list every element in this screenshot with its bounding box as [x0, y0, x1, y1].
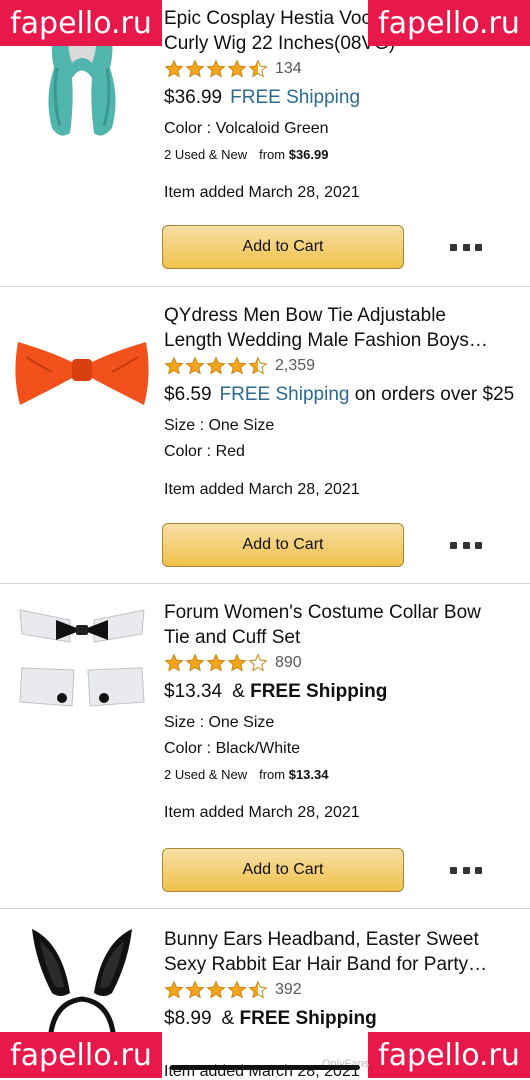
product-title[interactable]: Bunny Ears Headband, Easter Sweet Sexy R…: [164, 927, 530, 977]
add-to-cart-button[interactable]: Add to Cart: [162, 848, 404, 892]
watermark-badge: fapello.ru: [368, 0, 530, 46]
item-added-date: Item added March 28, 2021: [164, 184, 360, 201]
star-icon: [206, 356, 226, 375]
more-options-icon[interactable]: [450, 237, 482, 257]
star-icon: [227, 653, 247, 672]
free-shipping-link[interactable]: FREE Shipping: [220, 384, 350, 405]
product-image-bow-tie[interactable]: [12, 297, 152, 437]
cart-item-bow-tie: QYdress Men Bow Tie Adjustable Length We…: [0, 287, 530, 583]
item-added-date: Item added March 28, 2021: [164, 481, 360, 498]
attr-size: Size : One Size: [164, 417, 275, 434]
star-icon: [164, 653, 184, 672]
price: $8.99: [164, 1008, 212, 1029]
add-to-cart-button[interactable]: Add to Cart: [162, 225, 404, 269]
star-icon: [185, 980, 205, 999]
star-rating: [164, 59, 269, 79]
star-icon: [185, 356, 205, 375]
used-new-offers[interactable]: 2 Used & New from $13.34: [164, 762, 530, 788]
free-shipping-text: FREE Shipping: [239, 1008, 377, 1029]
attr-color: Color : Black/White: [164, 740, 301, 757]
rating-count: 392: [275, 981, 302, 998]
star-icon: [206, 980, 226, 999]
add-to-cart-button[interactable]: Add to Cart: [162, 523, 404, 567]
product-image-collar-set[interactable]: [12, 598, 152, 738]
rating[interactable]: 890: [164, 650, 530, 676]
watermark-badge: fapello.ru: [368, 1032, 530, 1078]
rating-count: 2,359: [275, 357, 316, 374]
price: $13.34: [164, 681, 223, 702]
more-options-icon[interactable]: [450, 860, 482, 880]
star-icon: [185, 653, 205, 672]
star-icon: [248, 653, 268, 672]
rating-count: 134: [275, 60, 302, 77]
price-line: $36.99 FREE Shipping: [164, 84, 530, 112]
star-icon: [248, 980, 268, 999]
star-rating: [164, 980, 269, 1000]
attr-size: Size : One Size: [164, 714, 275, 731]
cart-item-collar-set: Forum Women's Costume Collar Bow Tie and…: [0, 584, 530, 908]
shipping-condition: on orders over $25: [354, 384, 515, 405]
more-options-icon[interactable]: [450, 535, 482, 555]
rating[interactable]: 2,359: [164, 353, 530, 379]
star-rating: [164, 653, 269, 673]
home-indicator[interactable]: [170, 1065, 360, 1070]
star-icon: [164, 59, 184, 78]
price: $6.59: [164, 384, 212, 405]
star-icon: [248, 59, 268, 78]
price: $36.99: [164, 87, 223, 108]
star-rating: [164, 356, 269, 376]
attr-color: Color : Volcaloid Green: [164, 120, 329, 137]
price-line: $8.99 & FREE Shipping: [164, 1008, 377, 1029]
star-icon: [206, 59, 226, 78]
watermark-badge: fapello.ru: [0, 0, 162, 46]
attr-color: Color : Red: [164, 443, 245, 460]
watermark-badge: fapello.ru: [0, 1032, 162, 1078]
product-title[interactable]: Forum Women's Costume Collar Bow Tie and…: [164, 600, 530, 650]
rating-count: 890: [275, 654, 302, 671]
product-title[interactable]: QYdress Men Bow Tie Adjustable Length We…: [164, 303, 530, 353]
free-shipping-text: FREE Shipping: [250, 681, 388, 702]
star-icon: [164, 980, 184, 999]
rating[interactable]: 134: [164, 56, 530, 82]
star-icon: [248, 356, 268, 375]
item-added-date: Item added March 28, 2021: [164, 804, 360, 821]
rating[interactable]: 392: [164, 977, 530, 1003]
star-icon: [227, 980, 247, 999]
star-icon: [227, 59, 247, 78]
star-icon: [185, 59, 205, 78]
star-icon: [227, 356, 247, 375]
price-line: $6.59 FREE Shipping on orders over $25: [164, 381, 530, 409]
free-shipping-link[interactable]: FREE Shipping: [230, 87, 360, 108]
star-icon: [164, 356, 184, 375]
price-line: $13.34 & FREE Shipping: [164, 681, 388, 702]
used-new-offers[interactable]: 2 Used & New from $36.99: [164, 142, 530, 168]
star-icon: [206, 653, 226, 672]
